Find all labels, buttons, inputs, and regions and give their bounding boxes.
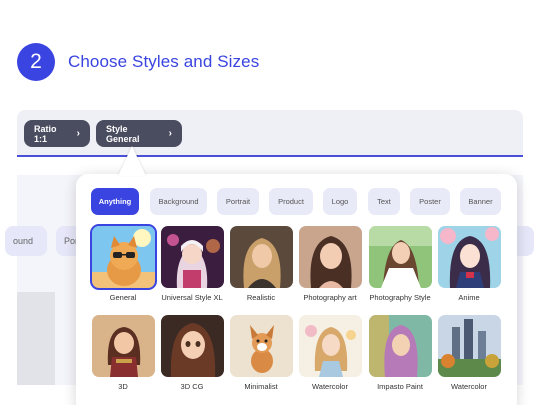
style-caption: General xyxy=(109,293,137,302)
watercolor-girl-thumbnail[interactable] xyxy=(299,315,362,377)
anime-girl-thumbnail[interactable] xyxy=(438,226,501,288)
watercolor-city-thumbnail[interactable] xyxy=(438,315,501,377)
tab-banner[interactable]: Banner xyxy=(460,188,501,215)
style-caption: Realistic xyxy=(246,293,276,302)
style-caption: Watercolor xyxy=(312,382,348,391)
style-caption: Anime xyxy=(458,293,480,302)
3d-warrior-girl-thumbnail[interactable] xyxy=(92,315,155,377)
style-caption: Watercolor xyxy=(451,382,487,391)
realistic-woman-thumbnail[interactable] xyxy=(230,226,293,288)
tab-portrait[interactable]: Portrait xyxy=(217,188,259,215)
toolbar-panel xyxy=(17,110,523,156)
chevron-right-icon: › xyxy=(76,128,80,139)
impasto-girl-thumbnail[interactable] xyxy=(369,315,432,377)
ratio-button[interactable]: Ratio 1:1 › xyxy=(24,120,90,147)
neon-girl-thumbnail[interactable] xyxy=(161,226,224,288)
chevron-right-icon: › xyxy=(168,128,172,139)
step-number-badge: 2 xyxy=(17,43,55,81)
style-caption: 3D xyxy=(118,382,128,391)
style-caption: Minimalist xyxy=(244,382,278,391)
minimalist-dog-thumbnail[interactable] xyxy=(230,315,293,377)
style-caption: Photography Style xyxy=(369,293,431,302)
ratio-label: Ratio 1:1 xyxy=(34,123,57,144)
tab-text[interactable]: Text xyxy=(368,188,400,215)
tab-product[interactable]: Product xyxy=(269,188,313,215)
tab-logo[interactable]: Logo xyxy=(323,188,357,215)
background-chip: ound xyxy=(5,226,47,256)
bride-thumbnail[interactable] xyxy=(369,226,432,288)
toolbar-divider xyxy=(17,155,523,157)
tab-poster[interactable]: Poster xyxy=(410,188,450,215)
style-caption: Photography art xyxy=(303,293,357,302)
background-card xyxy=(17,292,55,385)
popup-caret xyxy=(118,146,146,176)
tab-anything[interactable]: Anything xyxy=(91,188,139,215)
screen: 2 Choose Styles and Sizes ound Por Ratio… xyxy=(0,0,540,405)
style-button[interactable]: Style General › xyxy=(96,120,182,147)
tab-background[interactable]: Background xyxy=(150,188,207,215)
style-caption: Universal Style XL xyxy=(161,293,223,302)
step-title: Choose Styles and Sizes xyxy=(68,52,260,71)
cat-sunglasses-thumbnail[interactable] xyxy=(90,224,157,290)
style-label: Style General xyxy=(106,123,140,144)
photo-art-woman-thumbnail[interactable] xyxy=(299,226,362,288)
style-caption: Impasto Paint xyxy=(377,382,423,391)
style-caption: 3D CG xyxy=(180,382,204,391)
3d-cg-girl-thumbnail[interactable] xyxy=(161,315,224,377)
